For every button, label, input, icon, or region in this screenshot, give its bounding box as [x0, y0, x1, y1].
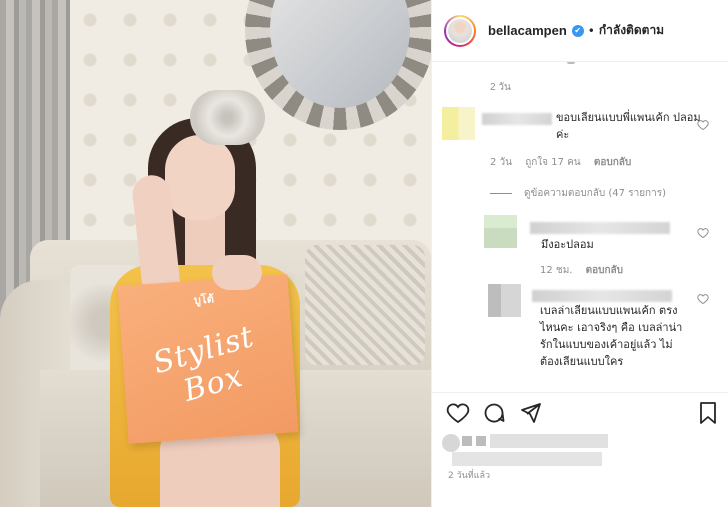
bookmark-icon[interactable] — [696, 401, 720, 425]
comment-meta: 2 วัน ถูกใจ 17 คน ตอบกลับ — [490, 155, 641, 170]
liked-by-blurred[interactable] — [442, 432, 608, 468]
comment-text: ขอบเลียนแบบพี่แพนเค้ก ปลอมค่ะ — [556, 111, 701, 141]
comment-likes[interactable]: ถูกใจ 17 คน — [525, 157, 580, 168]
reply-avatar[interactable] — [488, 284, 521, 317]
reply-username-blurred[interactable] — [532, 290, 672, 302]
hair-bow — [190, 90, 265, 145]
post-timestamp: 2 วันที่แล้ว — [448, 471, 491, 481]
post-side-panel: bellacampen ✔ • กำลังติดตาม 2 วัน ขอบเลี… — [431, 0, 728, 507]
reply-button[interactable]: ตอบกลับ — [586, 265, 623, 276]
reply-avatar[interactable] — [484, 215, 517, 248]
post-header: bellacampen ✔ • กำลังติดตาม — [432, 0, 728, 62]
reply-like-heart-icon[interactable] — [697, 227, 709, 239]
person-face — [165, 135, 235, 220]
comments-list[interactable]: 2 วัน ขอบเลียนแบบพี่แพนเค้ก ปลอมค่ะ 2 วั… — [432, 62, 728, 392]
verified-badge-icon: ✔ — [571, 24, 584, 37]
person-hand — [212, 255, 262, 290]
comment-like-heart-icon[interactable] — [697, 119, 709, 131]
view-replies-label: ดูข้อความตอบกลับ (47 รายการ) — [524, 188, 666, 199]
comment-avatar[interactable] — [442, 107, 475, 140]
author-avatar[interactable] — [444, 14, 476, 47]
pillow-right — [305, 245, 425, 365]
previous-comment-fragment — [567, 62, 575, 64]
following-button[interactable]: กำลังติดตาม — [599, 21, 664, 40]
view-replies-button[interactable]: ดูข้อความตอบกลับ (47 รายการ) — [490, 186, 666, 201]
box-brand: บูโต้ — [193, 292, 215, 307]
like-heart-icon[interactable] — [446, 401, 470, 425]
reply-meta: 12 ชม. ตอบกลับ — [540, 263, 633, 278]
comment-username-blurred[interactable] — [482, 113, 552, 125]
view-replies-line — [490, 193, 512, 194]
reply-text: เบลล่าเลียนแบบแพนเค้ก ตรงไหนคะ เอาจริงๆ … — [540, 304, 683, 368]
header-separator: • — [587, 23, 595, 38]
post-photo[interactable]: บูโต้ Stylist Box — [0, 0, 431, 507]
reply-text: มึงอะปลอม — [541, 238, 594, 251]
comment-time: 2 วัน — [490, 157, 512, 168]
box-title: Stylist Box — [149, 319, 259, 409]
reply-time: 12 ชม. — [540, 265, 573, 276]
comment-bubble-icon[interactable] — [482, 401, 506, 425]
reply-button[interactable]: ตอบกลับ — [594, 157, 631, 168]
stylist-box: บูโต้ Stylist Box — [117, 274, 299, 444]
reply-like-heart-icon[interactable] — [697, 293, 709, 305]
previous-comment-time: 2 วัน — [490, 82, 511, 93]
author-username[interactable]: bellacampen — [488, 23, 567, 38]
post-actions-bar — [432, 392, 728, 430]
reply-username-blurred[interactable] — [530, 222, 670, 234]
share-send-icon[interactable] — [518, 401, 542, 425]
